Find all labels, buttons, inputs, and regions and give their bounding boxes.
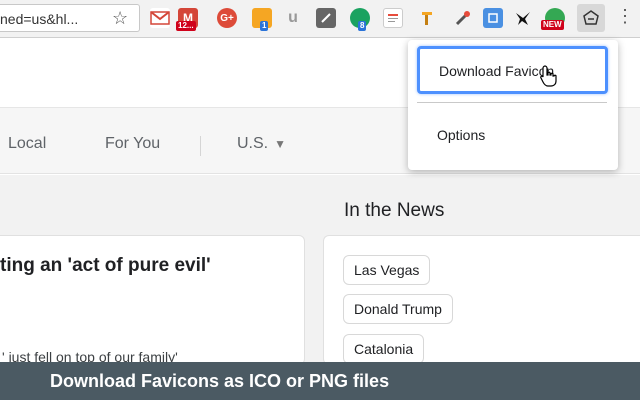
gmail-count-badge: 12... [176,21,196,31]
orange-extension-badge: 1 [260,21,269,31]
u-extension-icon[interactable]: u [283,8,303,28]
gmail-icon[interactable] [150,8,170,28]
pin-extension-icon[interactable] [418,8,438,28]
nav-item-us-label: U.S. [237,135,269,152]
news-chip-donald-trump[interactable]: Donald Trump [343,294,453,324]
google-plus-icon[interactable]: G+ [217,8,237,28]
download-favicon-button[interactable]: Download Favicon [417,46,608,94]
new-badge: NEW [541,20,564,30]
extension-popup: Download Favicon Options [408,40,618,170]
hangouts-badge: 8 [358,21,367,31]
nav-item-for-you[interactable]: For You [105,135,160,153]
in-the-news-heading: In the News [344,200,445,221]
blue-extension-icon[interactable] [483,8,503,28]
orange-extension-icon[interactable]: 1 [252,8,272,31]
story-headline[interactable]: ting an 'act of pure evil' [0,255,211,277]
notes-extension-icon[interactable] [316,8,336,28]
download-favicon-label: Download Favicon [439,63,555,79]
chrome-menu-icon[interactable]: ⋮ [616,6,634,27]
download-favicons-extension-icon[interactable] [577,4,605,32]
options-menu-item[interactable]: Options [437,127,485,143]
document-extension-icon[interactable] [383,8,403,28]
address-bar[interactable]: ned=us&hl... ☆ [0,4,140,32]
url-text: ned=us&hl... [0,11,79,27]
popup-divider [417,102,607,103]
eyedropper-extension-icon[interactable] [453,8,473,28]
nav-item-local[interactable]: Local [8,135,46,153]
browser-toolbar: ned=us&hl... ☆ M 12... G+ 1 u 8 NEW ⋮ [0,0,640,38]
news-chip-catalonia[interactable]: Catalonia [343,334,425,364]
green-extension-icon[interactable]: NEW [541,8,565,30]
hangouts-icon[interactable]: 8 [350,8,370,31]
hand-cursor-icon [540,65,558,92]
nav-item-us[interactable]: U.S. ▼ [237,135,286,153]
gmail-checker-icon[interactable]: M 12... [176,8,198,31]
caption-bar: Download Favicons as ICO or PNG files [0,362,640,400]
chevron-down-icon: ▼ [274,137,287,151]
nav-divider [200,136,201,156]
bookmark-star-icon[interactable]: ☆ [112,8,128,29]
caption-text: Download Favicons as ICO or PNG files [50,371,390,391]
news-chip-las-vegas[interactable]: Las Vegas [343,255,431,285]
ninja-extension-icon[interactable] [513,8,533,28]
